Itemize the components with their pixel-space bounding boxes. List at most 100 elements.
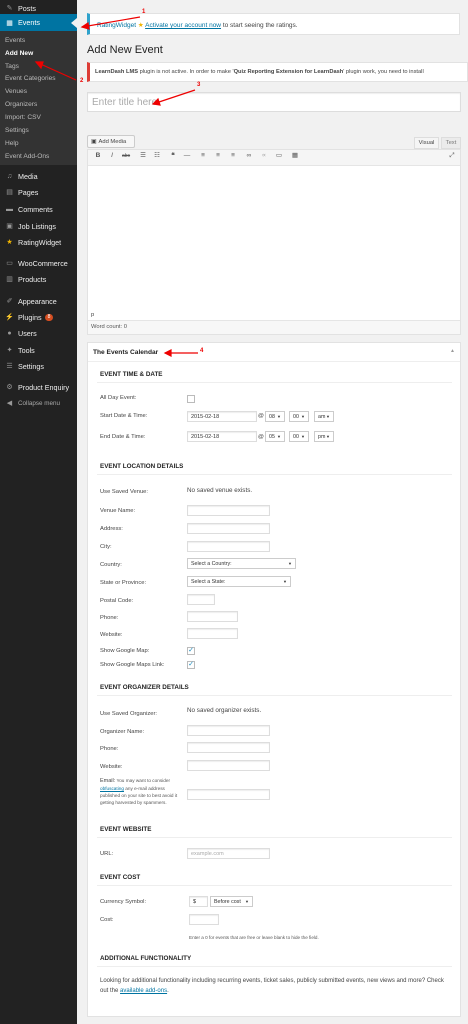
page-icon: ▤ [6, 189, 13, 196]
panel-toggle-icon[interactable]: ▲ [450, 348, 455, 354]
event-title-input[interactable]: Enter title here [87, 92, 461, 112]
menu-users[interactable]: ● Users [0, 327, 77, 339]
show-map-checkbox[interactable]: ✓ [187, 647, 195, 655]
toolbar-toggle-icon[interactable]: ▦ [291, 152, 299, 160]
organizer-phone-label: Phone: [100, 746, 119, 752]
annotation-2: 2 [80, 78, 84, 84]
activate-account-link[interactable]: Activate your account now [145, 22, 221, 29]
bullet-list-icon[interactable]: ☰ [139, 152, 147, 160]
chevron-down-icon: ▼ [283, 579, 287, 584]
obfuscating-link[interactable]: obfuscating [100, 786, 124, 791]
menu-product-enquiry[interactable]: ⚙ Product Enquiry [0, 381, 77, 393]
submenu-events[interactable]: Events [0, 37, 77, 44]
country-label: Country: [100, 562, 122, 568]
end-minute-select[interactable]: 00 ▼ [289, 431, 309, 442]
unlink-icon[interactable]: ∝ [260, 152, 268, 160]
event-website-heading: EVENT WEBSITE [100, 826, 152, 833]
fullscreen-icon[interactable]: ⤢ [448, 152, 456, 160]
menu-appearance[interactable]: ✐ Appearance [0, 295, 77, 307]
divider [97, 382, 452, 383]
menu-products[interactable]: ▥ Products [0, 273, 77, 285]
read-more-icon[interactable]: ▭ [275, 152, 283, 160]
organizer-website-input[interactable] [187, 760, 270, 771]
horizontal-line-icon[interactable]: — [183, 152, 191, 160]
sliders-icon: ☰ [6, 363, 13, 370]
venue-website-input[interactable] [187, 628, 238, 639]
currency-symbol-input[interactable]: $ [189, 896, 208, 907]
end-ampm-select[interactable]: pm ▼ [314, 431, 334, 442]
additional-heading: ADDITIONAL FUNCTIONALITY [100, 955, 192, 962]
divider [88, 361, 460, 362]
numbered-list-icon[interactable]: ☷ [153, 152, 161, 160]
all-day-checkbox[interactable] [187, 395, 195, 403]
postal-code-input[interactable] [187, 594, 215, 605]
plug-icon: ⚡ [5, 314, 14, 321]
word-count: Word count: 0 [91, 324, 127, 330]
submenu-help[interactable]: Help [0, 140, 77, 147]
start-minute-select[interactable]: 00 ▼ [289, 411, 309, 422]
menu-tools[interactable]: ✦ Tools [0, 344, 77, 356]
italic-button[interactable]: I [108, 152, 116, 160]
divider [97, 966, 452, 967]
editor-content-area[interactable] [88, 167, 460, 309]
start-hour-select[interactable]: 08 ▼ [265, 411, 285, 422]
submenu-add-new[interactable]: Add New [0, 50, 77, 57]
submenu-event-add-ons[interactable]: Event Add-Ons [0, 153, 77, 160]
country-select[interactable]: Select a Country: ▼ [187, 558, 296, 569]
available-addons-link[interactable]: available add-ons [120, 988, 167, 994]
menu-events[interactable]: ▦ Events [0, 14, 77, 31]
show-map-link-checkbox[interactable]: ✓ [187, 661, 195, 669]
menu-pages[interactable]: ▤ Pages [0, 186, 77, 198]
media-icon: ▣ [91, 138, 97, 145]
organizer-name-input[interactable] [187, 725, 270, 736]
divider [97, 474, 452, 475]
menu-posts[interactable]: ✎ Posts [0, 2, 77, 14]
add-media-button[interactable]: ▣ Add Media [87, 135, 135, 148]
divider [97, 695, 452, 696]
end-date-input[interactable]: 2015-02-18 [187, 431, 257, 442]
align-right-icon[interactable]: ≡ [229, 152, 237, 160]
venue-name-input[interactable] [187, 505, 270, 516]
strikethrough-button[interactable]: abc [122, 152, 130, 160]
tab-text[interactable]: Text [441, 137, 461, 149]
organizer-heading: EVENT ORGANIZER DETAILS [100, 684, 189, 691]
address-input[interactable] [187, 523, 270, 534]
bold-button[interactable]: B [94, 152, 102, 160]
end-date-label: End Date & Time: [100, 434, 146, 440]
menu-media[interactable]: ♫ Media [0, 170, 77, 182]
city-input[interactable] [187, 541, 270, 552]
menu-job-listings[interactable]: ▣ Job Listings [0, 220, 77, 232]
submenu-settings[interactable]: Settings [0, 127, 77, 134]
organizer-email-input[interactable] [187, 789, 270, 800]
link-icon[interactable]: ∞ [245, 152, 253, 160]
menu-woocommerce[interactable]: ▭ WooCommerce [0, 257, 77, 269]
menu-settings[interactable]: ☰ Settings [0, 360, 77, 372]
organizer-phone-input[interactable] [187, 742, 270, 753]
event-url-input[interactable]: example.com [187, 848, 270, 859]
tab-visual[interactable]: Visual [414, 137, 439, 149]
submenu-tags[interactable]: Tags [0, 63, 77, 70]
cost-input[interactable] [189, 914, 219, 925]
start-ampm-select[interactable]: am ▼ [314, 411, 334, 422]
menu-ratingwidget[interactable]: ★ RatingWidget [0, 236, 77, 248]
align-left-icon[interactable]: ≡ [199, 152, 207, 160]
submenu-event-categories[interactable]: Event Categories [0, 75, 77, 82]
menu-comments[interactable]: ▬ Comments [0, 203, 77, 215]
chevron-down-icon: ▼ [277, 414, 281, 419]
menu-plugins[interactable]: ⚡ Plugins 8 [0, 311, 77, 323]
admin-sidebar: ✎ Posts ▦ Events Events Add New Tags Event… [0, 0, 77, 1024]
submenu-import-csv[interactable]: Import: CSV [0, 114, 77, 121]
currency-position-select[interactable]: Before cost ▼ [210, 896, 253, 907]
venue-phone-input[interactable] [187, 611, 238, 622]
start-date-input[interactable]: 2015-02-18 [187, 411, 257, 422]
blockquote-icon[interactable]: ❝ [169, 152, 177, 160]
chevron-down-icon: ▼ [326, 434, 330, 439]
ratingwidget-notice-text: RatingWidget ★ Activate your account now… [97, 21, 298, 29]
state-select[interactable]: Select a State: ▼ [187, 576, 291, 587]
collapse-menu[interactable]: ◀ Collapse menu [0, 397, 77, 409]
end-hour-select[interactable]: 05 ▼ [265, 431, 285, 442]
address-label: Address: [100, 526, 123, 532]
submenu-venues[interactable]: Venues [0, 88, 77, 95]
submenu-organizers[interactable]: Organizers [0, 101, 77, 108]
align-center-icon[interactable]: ≡ [214, 152, 222, 160]
